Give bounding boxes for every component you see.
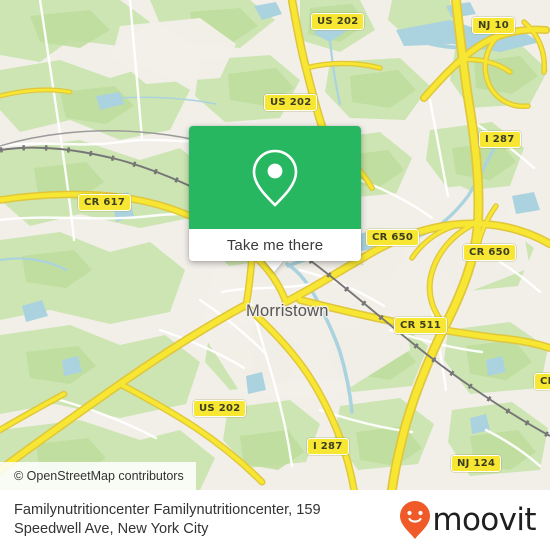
place-label-morristown: Morristown — [246, 302, 329, 320]
moovit-pin-smiley-icon — [400, 501, 431, 539]
moovit-logo[interactable]: moovit — [399, 500, 537, 540]
road-shield: NJ 124 — [451, 455, 502, 472]
location-title: Familynutritioncenter Familynutritioncen… — [14, 502, 321, 537]
footer-bar: Familynutritioncenter Familynutritioncen… — [0, 490, 550, 550]
map-canvas[interactable]: Morristown US 202 NJ 10 US 202 I 287 CR … — [0, 0, 550, 490]
road-shield: US 202 — [311, 13, 365, 30]
map-screenshot-root: Morristown US 202 NJ 10 US 202 I 287 CR … — [0, 0, 550, 550]
road-shield: I 287 — [479, 131, 521, 148]
map-pin-icon — [252, 149, 298, 207]
popup-cta-bar[interactable]: Take me there — [189, 229, 361, 261]
road-shield: CR 511 — [394, 317, 448, 334]
road-shield: NJ 10 — [472, 17, 515, 34]
osm-attribution[interactable]: © OpenStreetMap contributors — [0, 462, 196, 490]
take-me-there-popup[interactable]: Take me there — [189, 126, 361, 261]
road-shield: US 202 — [193, 400, 247, 417]
popup-image-area — [189, 126, 361, 229]
moovit-wordmark: moovit — [432, 501, 536, 538]
road-shield: CR 650 — [366, 229, 420, 246]
road-shield: CR 617 — [78, 194, 132, 211]
road-shield: CR 650 — [463, 244, 517, 261]
osm-attribution-text: © OpenStreetMap contributors — [14, 469, 184, 483]
road-shield: US 202 — [264, 94, 318, 111]
popup-cta-label: Take me there — [226, 236, 324, 254]
road-shield: CR 5 — [534, 373, 550, 390]
road-shield: I 287 — [307, 438, 349, 455]
